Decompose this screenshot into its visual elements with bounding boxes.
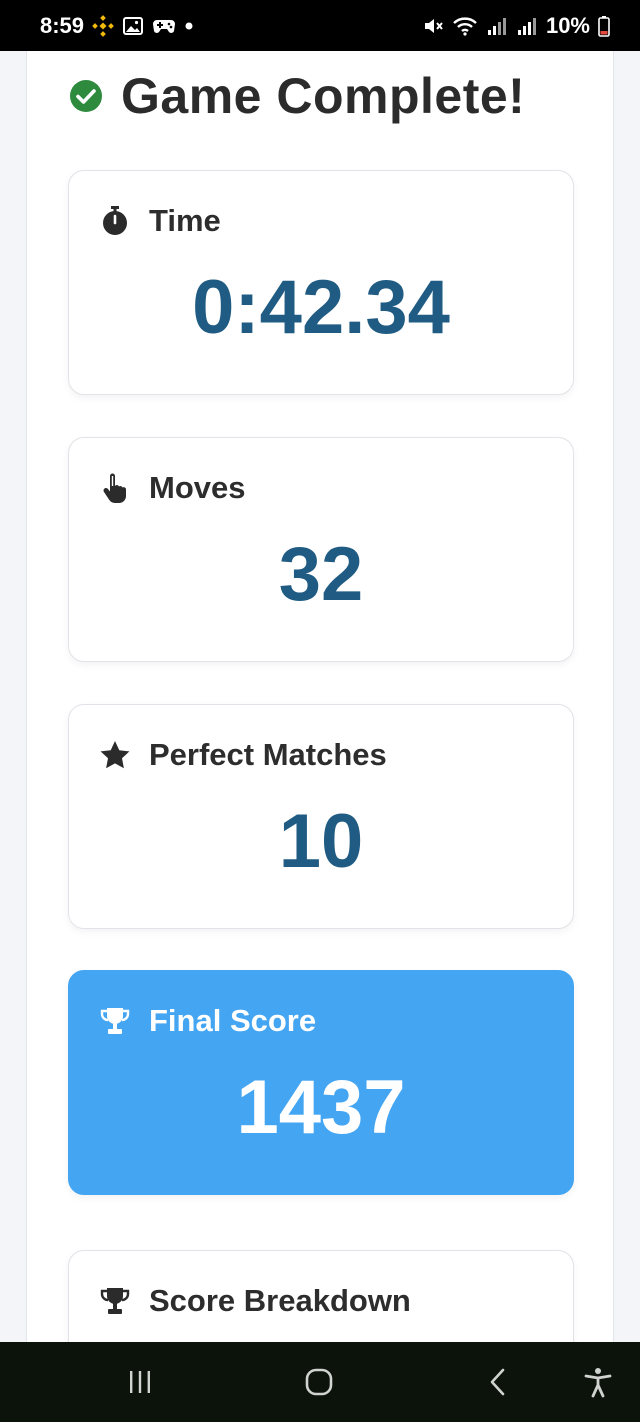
pointer-hand-icon [103, 473, 126, 503]
time-label: Time [149, 203, 221, 238]
moves-card: Moves 32 [68, 437, 574, 662]
recent-apps-button[interactable] [120, 1362, 160, 1402]
card-header: Score Breakdown [99, 1281, 411, 1321]
signal-icon [486, 15, 508, 37]
status-right: 10% [422, 13, 610, 39]
time-card: Time 0:42.34 [68, 170, 574, 395]
back-button[interactable] [478, 1362, 518, 1402]
final-score-card: Final Score 1437 [68, 970, 574, 1195]
moves-value: 32 [278, 532, 364, 617]
battery-icon [598, 15, 610, 37]
battery-percent: 10% [545, 12, 590, 38]
status-time: 8:59 [40, 12, 85, 38]
stopwatch-icon [103, 206, 127, 235]
title-row: Game Complete! [69, 65, 525, 127]
score-breakdown-card[interactable]: Score Breakdown [68, 1250, 574, 1342]
mute-icon [422, 15, 444, 37]
time-value: 0:42.34 [192, 265, 450, 350]
signal-icon [516, 15, 538, 37]
home-icon [305, 1368, 333, 1396]
status-left: 8:59 [40, 13, 194, 39]
moves-label: Moves [149, 470, 246, 505]
accessibility-icon [584, 1368, 612, 1398]
home-button[interactable] [299, 1362, 339, 1402]
star-icon [100, 741, 130, 769]
perfect-matches-label: Perfect Matches [149, 737, 387, 772]
card-header: Time [99, 201, 221, 241]
perfect-matches-value: 10 [278, 799, 364, 884]
page-title: Game Complete! [121, 68, 526, 124]
card-header: Moves [99, 468, 245, 508]
card-header: Perfect Matches [99, 735, 387, 775]
binance-icon [92, 14, 114, 37]
status-bar: 8:59 10% [0, 0, 640, 51]
accessibility-button[interactable] [578, 1362, 618, 1402]
gallery-icon [122, 15, 144, 37]
results-panel: Game Complete! Time 0:42.34 Moves 32 Per… [26, 51, 614, 1342]
card-header: Final Score [99, 1001, 316, 1041]
navigation-bar [0, 1342, 640, 1422]
check-circle-icon [70, 80, 102, 112]
score-breakdown-label: Score Breakdown [149, 1283, 411, 1318]
perfect-matches-card: Perfect Matches 10 [68, 704, 574, 929]
game-controller-icon [152, 16, 176, 36]
recent-apps-icon [130, 1371, 150, 1393]
final-score-value: 1437 [236, 1065, 406, 1150]
wifi-icon [452, 15, 478, 37]
final-score-label: Final Score [149, 1003, 317, 1038]
dot-icon [184, 21, 194, 31]
trophy-icon [100, 1288, 130, 1314]
back-icon [490, 1368, 505, 1396]
trophy-icon [100, 1008, 130, 1034]
